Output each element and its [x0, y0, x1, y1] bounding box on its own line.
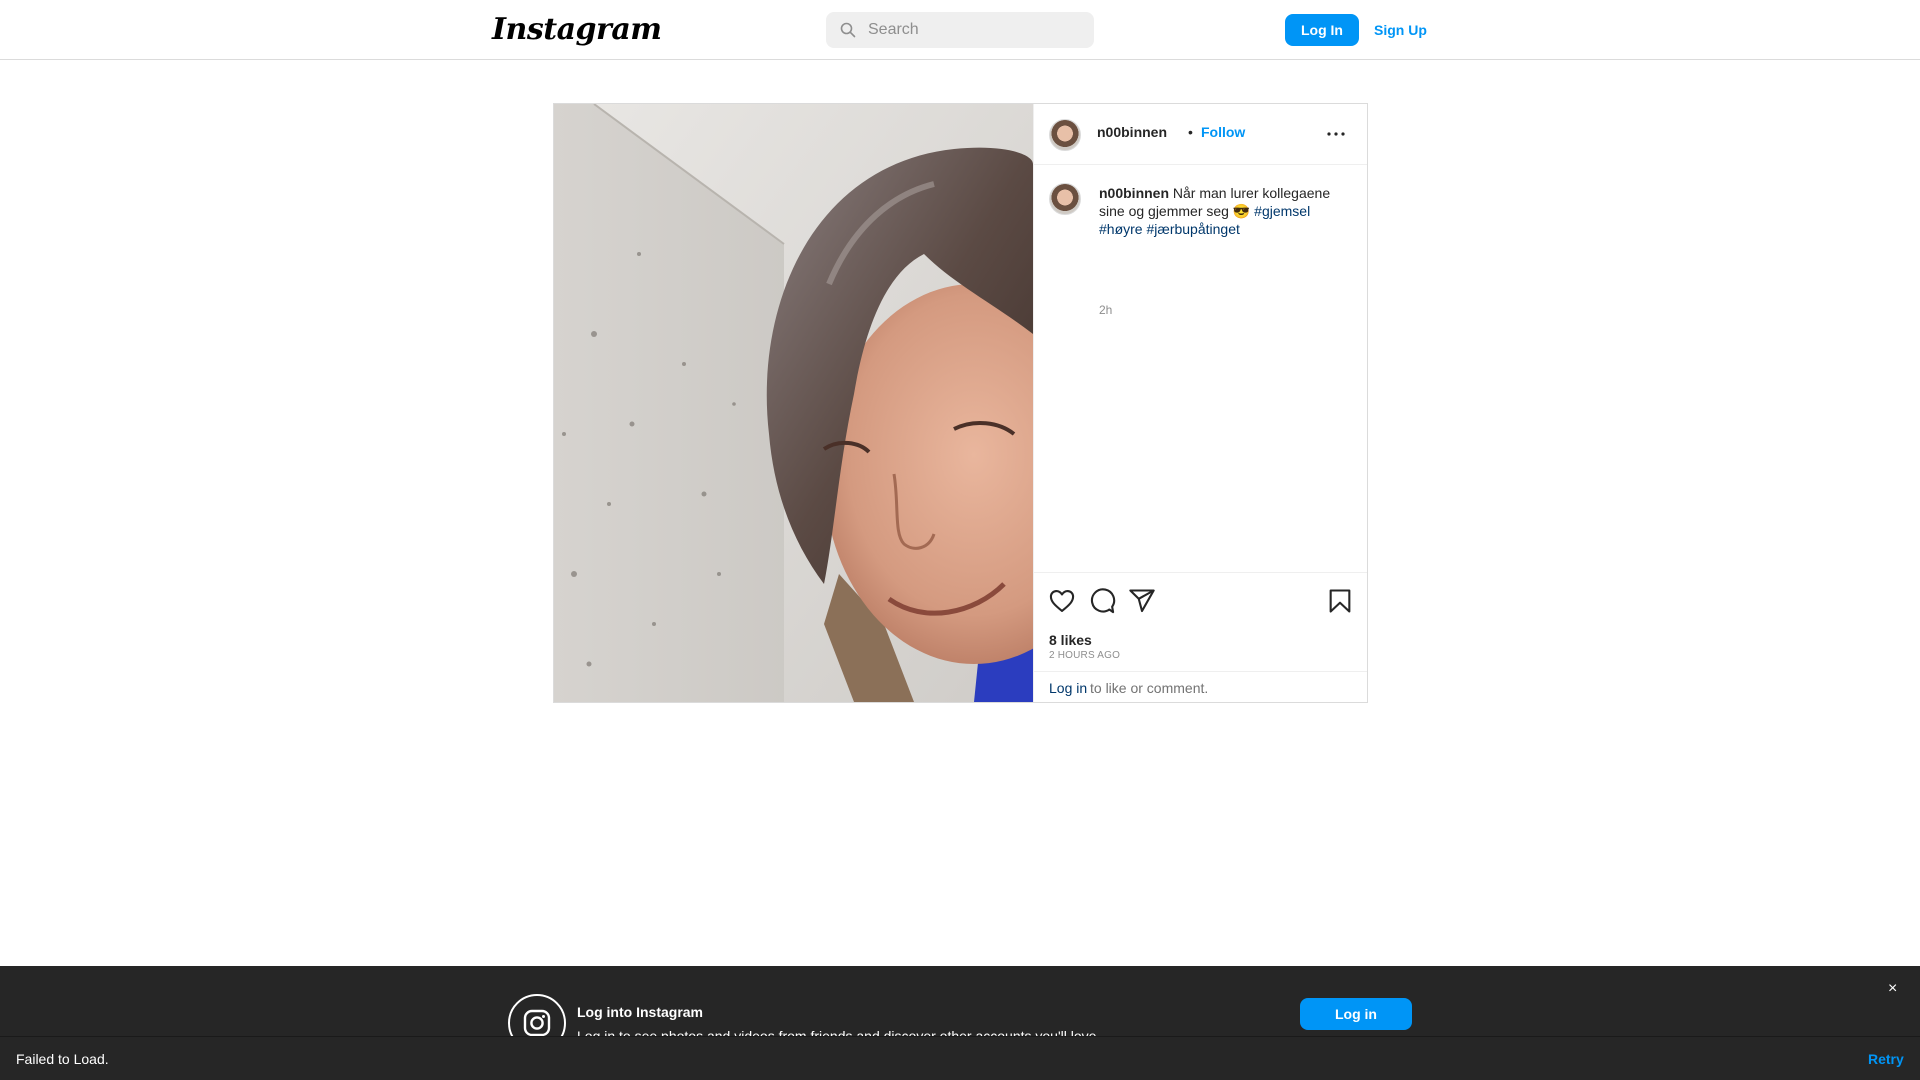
login-prompt-text: to like or comment. [1090, 680, 1209, 696]
error-toast: Failed to Load. Retry [0, 1036, 1920, 1080]
toast-message: Failed to Load. [16, 1051, 109, 1067]
post-header: n00binnen • Follow [1034, 104, 1367, 165]
search-box[interactable] [826, 12, 1094, 48]
caption-timestamp[interactable]: 2h [1099, 303, 1112, 317]
hashtag-link[interactable]: #høyre [1099, 221, 1143, 237]
caption-text: n00binnen Når man lurer kollegaene sine … [1099, 184, 1349, 238]
login-link[interactable]: Log in [1049, 680, 1087, 696]
hashtag-link[interactable]: #jærbupåtinget [1146, 221, 1239, 237]
search-icon [840, 22, 856, 43]
post-card: n00binnen • Follow n00binnen Når man lur… [553, 103, 1368, 703]
post-details-panel: n00binnen • Follow n00binnen Når man lur… [1033, 104, 1367, 702]
login-button[interactable]: Log In [1285, 14, 1359, 46]
comment-icon[interactable] [1088, 587, 1116, 615]
bookmark-icon[interactable] [1326, 587, 1354, 615]
banner-title: Log into Instagram [577, 1004, 703, 1020]
top-navigation-bar: Instagram Log In Sign Up [0, 0, 1920, 60]
banner-login-button[interactable]: Log in [1300, 998, 1412, 1030]
more-options-icon[interactable] [1321, 124, 1351, 144]
signup-link[interactable]: Sign Up [1374, 22, 1427, 38]
separator-dot: • [1188, 124, 1193, 140]
share-icon[interactable] [1128, 587, 1156, 615]
search-input[interactable] [868, 12, 1083, 48]
avatar[interactable] [1049, 119, 1081, 151]
post-username[interactable]: n00binnen [1097, 124, 1167, 140]
caption-section: n00binnen Når man lurer kollegaene sine … [1034, 165, 1367, 575]
post-time-ago: 2 HOURS AGO [1049, 650, 1121, 661]
caption-avatar[interactable] [1049, 183, 1081, 215]
post-photo[interactable] [554, 104, 1033, 702]
action-bar: 8 likes 2 HOURS AGO Log in to like or co… [1034, 572, 1367, 702]
hashtag-link[interactable]: #gjemsel [1254, 203, 1310, 219]
follow-button[interactable]: Follow [1201, 124, 1245, 140]
retry-button[interactable]: Retry [1868, 1051, 1904, 1067]
likes-count[interactable]: 8 likes [1049, 632, 1092, 648]
login-to-comment-row: Log in to like or comment. [1034, 671, 1367, 702]
instagram-logo[interactable]: Instagram [492, 12, 662, 47]
heart-icon[interactable] [1048, 587, 1076, 615]
close-icon[interactable]: × [1888, 980, 1897, 998]
caption-username[interactable]: n00binnen [1099, 185, 1169, 201]
